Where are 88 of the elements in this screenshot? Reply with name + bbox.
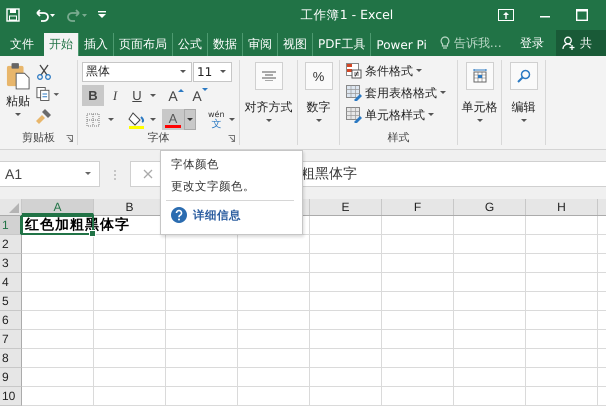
cells-button[interactable]: [466, 62, 494, 90]
caret-icon[interactable]: [150, 118, 156, 122]
caret-icon: [15, 113, 21, 117]
up-triangle-icon: [178, 88, 184, 92]
font-color-button[interactable]: A: [162, 109, 184, 130]
dialog-launcher-icon[interactable]: [66, 135, 73, 142]
alignment-button[interactable]: [254, 62, 282, 90]
row-header[interactable]: 3: [0, 254, 22, 273]
editing-label: 编辑: [512, 99, 536, 116]
person-add-icon: [562, 36, 576, 50]
copy-icon[interactable]: [36, 86, 60, 102]
dialog-launcher-icon[interactable]: [228, 135, 235, 142]
caret-icon[interactable]: [108, 118, 114, 122]
row-header[interactable]: 7: [0, 330, 22, 349]
caret-icon: [220, 70, 226, 74]
sign-in-link[interactable]: 登录: [520, 34, 544, 52]
caret-icon: [266, 119, 272, 123]
name-box[interactable]: A1: [0, 161, 100, 187]
caret-icon: [428, 113, 434, 117]
cells-label: 单元格: [462, 99, 498, 116]
caret-icon: [187, 118, 193, 122]
column-header[interactable]: G: [454, 199, 526, 215]
underline-button[interactable]: U: [126, 85, 148, 106]
format-painter-icon[interactable]: [36, 108, 52, 124]
italic-button[interactable]: I: [104, 85, 126, 106]
styles-menu-button[interactable]: 套用表格格式: [344, 83, 457, 103]
share-button[interactable]: 共: [556, 30, 606, 56]
phonetic-button[interactable]: wén 文: [208, 110, 225, 130]
lightbulb-icon: [440, 36, 450, 50]
row-header[interactable]: 8: [0, 349, 22, 368]
ribbon-display-icon[interactable]: [498, 9, 514, 21]
column-header[interactable]: F: [382, 199, 454, 215]
align-lines-icon: [262, 71, 276, 81]
number-label: 数字: [306, 99, 330, 116]
undo-icon[interactable]: [34, 8, 56, 22]
tell-me-field[interactable]: 告诉我…: [454, 34, 502, 52]
caret-icon[interactable]: [228, 118, 235, 122]
customize-icon[interactable]: [98, 11, 106, 19]
row-header[interactable]: 9: [0, 368, 22, 387]
caret-icon: [440, 91, 446, 95]
clipboard-icon: [6, 62, 30, 90]
scissors-icon[interactable]: [36, 64, 52, 80]
row-header[interactable]: 6: [0, 311, 22, 330]
editing-button[interactable]: [510, 62, 538, 90]
number-format-button[interactable]: %: [304, 62, 332, 90]
caret-icon: [316, 119, 322, 123]
column-header[interactable]: H: [526, 199, 598, 215]
ribbon-tab[interactable]: 文件: [0, 33, 44, 56]
table-format-icon: [346, 85, 362, 101]
cell-style-icon: [346, 107, 362, 123]
down-triangle-icon: [202, 88, 208, 92]
row-header[interactable]: 4: [0, 273, 22, 292]
ribbon-tab[interactable]: 开始: [44, 33, 78, 56]
caret-icon: [180, 70, 186, 74]
font-name-dropdown[interactable]: 黑体: [82, 62, 192, 82]
grow-font-button[interactable]: A: [164, 85, 188, 106]
caret-icon: [520, 119, 526, 123]
row-header[interactable]: 5: [0, 292, 22, 311]
caret-icon: [416, 69, 422, 73]
shrink-font-button[interactable]: A: [188, 85, 212, 106]
save-icon[interactable]: [6, 8, 20, 22]
caret-icon[interactable]: [150, 94, 156, 98]
group-label: 样式: [388, 130, 410, 144]
row-header[interactable]: 1: [0, 216, 22, 235]
cells-grid-icon: [472, 69, 486, 83]
window-title: 工作簿1 - Excel: [300, 6, 394, 24]
row-header[interactable]: 10: [0, 387, 22, 406]
help-icon: [171, 207, 187, 223]
group-label: 剪贴板: [22, 130, 55, 144]
styles-menu-button[interactable]: 条件格式: [344, 61, 457, 81]
font-color-dropdown[interactable]: [184, 109, 196, 130]
maximize-icon[interactable]: [576, 9, 588, 21]
styles-menu-button[interactable]: 单元格样式: [344, 105, 457, 125]
conditional-format-icon: [346, 63, 362, 79]
borders-icon[interactable]: [86, 112, 100, 126]
group-label: 字体: [148, 130, 170, 145]
caret-icon: [476, 119, 482, 123]
fill-color-icon[interactable]: [128, 110, 146, 128]
column-header[interactable]: A: [22, 199, 94, 215]
alignment-label: 对齐方式: [244, 99, 292, 116]
paste-button[interactable]: 粘贴: [0, 60, 36, 129]
caret-icon: [85, 172, 91, 176]
drag-handle-icon[interactable]: [114, 170, 116, 180]
font-size-dropdown[interactable]: 11: [193, 62, 232, 82]
column-header[interactable]: E: [310, 199, 382, 215]
bold-button[interactable]: B: [82, 85, 104, 106]
search-icon: [516, 69, 530, 83]
row-header[interactable]: 2: [0, 235, 22, 254]
